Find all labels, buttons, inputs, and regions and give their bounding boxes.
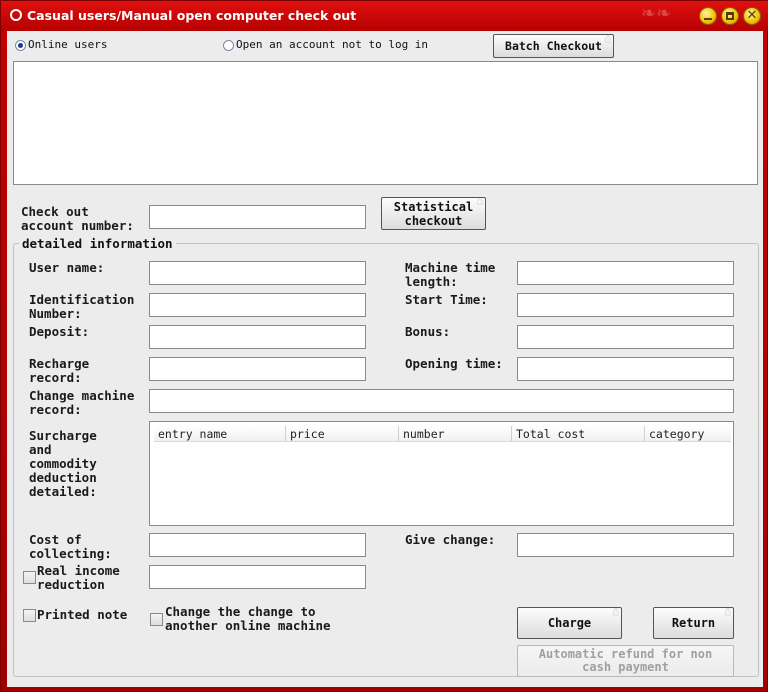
start-time-field[interactable] [517,293,734,317]
open-account-radio[interactable] [223,40,234,51]
identification-field[interactable] [149,293,366,317]
surcharge-label: Surcharge and commodity deduction detail… [29,429,97,499]
real-income-checkbox[interactable] [23,571,36,584]
column-price[interactable]: price [286,426,399,441]
statistical-checkout-button[interactable]: Statistical checkout [381,197,486,230]
change-machine-label-line2: record: [29,402,82,417]
title-ornament-icon: ❧❧ [641,3,672,24]
real-income-label-line1: Real income [37,563,120,578]
give-change-field[interactable] [517,533,734,557]
cost-field[interactable] [149,533,366,557]
surcharge-label-line1: Surcharge [29,428,97,443]
charge-button[interactable]: Charge [517,607,622,639]
deposit-field[interactable] [149,325,366,349]
auto-refund-line1: Automatic refund for non [538,647,713,661]
recharge-label-line2: record: [29,370,82,385]
window-title: Casual users/Manual open computer check … [27,8,357,23]
surcharge-label-line5: detailed: [29,484,97,499]
change-machine-cb-line2: another online machine [165,618,331,633]
identification-label: Identification Number: [29,293,134,321]
close-button[interactable]: ✕ [743,7,761,25]
surcharge-label-line3: commodity [29,456,97,471]
minimize-button[interactable] [699,7,717,25]
recharge-label-line1: Recharge [29,356,90,371]
start-time-label: Start Time: [405,292,488,307]
checkout-account-label-line2: account number: [21,218,134,233]
opening-time-field[interactable] [517,357,734,381]
surcharge-label-line2: and [29,442,52,457]
recharge-label: Recharge record: [29,357,89,385]
change-machine-checkbox[interactable] [150,613,163,626]
cost-label-line1: Cost of [29,532,82,547]
cost-label: Cost of collecting: [29,533,112,561]
user-name-label: User name: [29,260,105,275]
column-total-cost[interactable]: Total cost [512,426,645,441]
printed-note-label[interactable]: Printed note [37,608,127,622]
open-account-label[interactable]: Open an account not to log in [236,38,428,51]
column-category[interactable]: category [645,426,731,441]
minimize-icon [704,18,712,20]
statistical-checkout-line1: Statistical [393,199,474,214]
online-users-label[interactable]: Online users [28,38,107,51]
close-icon: ✕ [746,8,758,23]
maximize-button[interactable] [721,7,739,25]
real-income-field[interactable] [149,565,366,589]
auto-refund-button[interactable]: Automatic refund for non cash payment [517,645,734,677]
printed-note-checkbox[interactable] [23,609,36,622]
checkout-account-label: Check out account number: [21,205,134,233]
change-machine-label-line1: Change machine [29,388,135,403]
bonus-label: Bonus: [405,324,451,339]
identification-label-line1: Identification [29,292,135,307]
give-change-label: Give change: [405,532,496,547]
app-circle-icon [10,9,22,21]
return-button[interactable]: Return [653,607,734,639]
change-machine-field[interactable] [149,389,734,413]
real-income-label-line2: reduction [37,577,105,592]
surcharge-table-header: entry name price number Total cost categ… [154,426,731,442]
machine-time-label: Machine time length: [405,261,495,289]
statistical-checkout-line2: checkout [404,213,463,228]
bonus-field[interactable] [517,325,734,349]
checkout-account-input[interactable] [149,205,366,229]
deposit-label: Deposit: [29,324,90,339]
checkout-account-label-line1: Check out [21,204,89,219]
checkout-window: Casual users/Manual open computer check … [0,0,768,692]
title-bar[interactable]: Casual users/Manual open computer check … [1,1,768,31]
machine-time-field[interactable] [517,261,734,285]
column-entry-name[interactable]: entry name [154,426,286,441]
detailed-information-title: detailed information [19,236,176,251]
recharge-field[interactable] [149,357,366,381]
client-area: Online users Open an account not to log … [7,31,763,687]
batch-checkout-button[interactable]: Batch Checkout [493,34,614,58]
column-number[interactable]: number [399,426,512,441]
cost-label-line2: collecting: [29,546,112,561]
change-machine-checkbox-label[interactable]: Change the change to another online mach… [165,605,331,633]
change-machine-label: Change machine record: [29,389,134,417]
change-machine-cb-line1: Change the change to [165,604,316,619]
opening-time-label: Opening time: [405,356,503,371]
user-name-field[interactable] [149,261,366,285]
machine-time-label-line2: length: [405,274,458,289]
users-list[interactable] [13,61,758,185]
online-users-radio[interactable] [15,40,26,51]
maximize-icon [726,12,734,20]
real-income-label[interactable]: Real income reduction [37,564,120,592]
surcharge-label-line4: deduction [29,470,97,485]
identification-label-line2: Number: [29,306,82,321]
auto-refund-line2: cash payment [582,660,669,674]
machine-time-label-line1: Machine time [405,260,496,275]
surcharge-table[interactable]: entry name price number Total cost categ… [149,421,734,526]
